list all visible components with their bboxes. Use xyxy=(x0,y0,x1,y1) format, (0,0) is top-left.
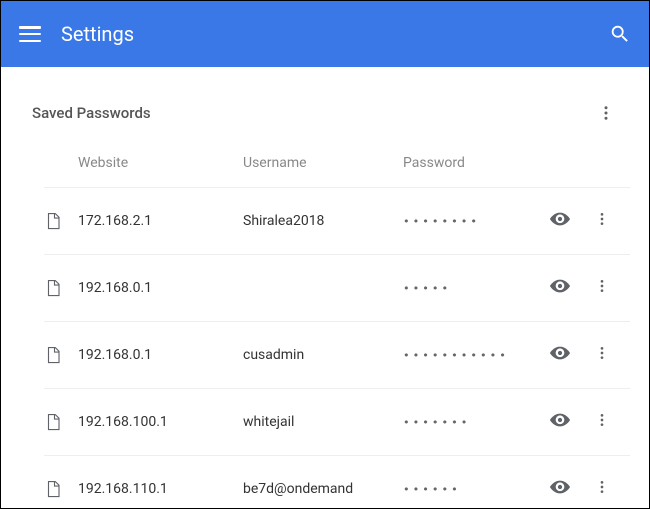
table-row[interactable]: 192.168.0.1 ••••• xyxy=(44,254,630,321)
cell-website: 192.168.100.1 xyxy=(78,414,243,430)
cell-username: cusadmin xyxy=(243,347,403,363)
file-icon xyxy=(44,279,78,297)
col-header-password: Password xyxy=(403,155,536,171)
more-vert-icon xyxy=(594,278,610,298)
page-title: Settings xyxy=(61,22,609,46)
file-icon xyxy=(44,480,78,498)
show-password-button[interactable] xyxy=(536,275,584,301)
passwords-card: Saved Passwords Website Username Passwor… xyxy=(8,67,642,507)
cell-website: 192.168.0.1 xyxy=(78,280,243,296)
cell-username: whitejail xyxy=(243,414,403,430)
show-password-button[interactable] xyxy=(536,476,584,502)
cell-password: ••••• xyxy=(403,282,536,295)
more-vert-icon xyxy=(594,479,610,499)
eye-icon xyxy=(549,275,571,301)
menu-icon[interactable] xyxy=(19,23,41,45)
eye-icon xyxy=(549,409,571,435)
cell-username: be7d@ondemand xyxy=(243,481,403,497)
eye-icon xyxy=(549,342,571,368)
table-header: Website Username Password xyxy=(44,133,630,187)
cell-website: 192.168.110.1 xyxy=(78,481,243,497)
show-password-button[interactable] xyxy=(536,342,584,368)
table-row[interactable]: 192.168.110.1be7d@ondemand•••••• xyxy=(44,455,630,507)
row-more-button[interactable] xyxy=(584,343,620,367)
eye-icon xyxy=(549,476,571,502)
content-scroll[interactable]: Saved Passwords Website Username Passwor… xyxy=(2,67,648,507)
col-header-website: Website xyxy=(78,155,243,171)
search-button[interactable] xyxy=(609,23,631,45)
more-vert-icon xyxy=(594,211,610,231)
file-icon xyxy=(44,413,78,431)
show-password-button[interactable] xyxy=(536,208,584,234)
cell-website: 172.168.2.1 xyxy=(78,213,243,229)
more-vert-icon xyxy=(594,412,610,432)
table-row[interactable]: 172.168.2.1Shiralea2018•••••••• xyxy=(44,187,630,254)
cell-password: ••••••• xyxy=(403,416,536,429)
file-icon xyxy=(44,346,78,364)
more-vert-icon xyxy=(597,104,615,122)
table-row[interactable]: 192.168.100.1whitejail••••••• xyxy=(44,388,630,455)
cell-password: ••••••••••• xyxy=(403,349,536,362)
more-vert-icon xyxy=(594,345,610,365)
section-title: Saved Passwords xyxy=(32,104,594,122)
search-icon xyxy=(609,23,631,45)
col-header-username: Username xyxy=(243,155,403,171)
cell-website: 192.168.0.1 xyxy=(78,347,243,363)
passwords-table: Website Username Password 172.168.2.1Shi… xyxy=(8,133,642,507)
cell-username: Shiralea2018 xyxy=(243,213,403,229)
section-header: Saved Passwords xyxy=(8,67,642,133)
cell-password: •••••••• xyxy=(403,215,536,228)
row-more-button[interactable] xyxy=(584,477,620,501)
file-icon xyxy=(44,212,78,230)
show-password-button[interactable] xyxy=(536,409,584,435)
top-app-bar: Settings xyxy=(1,1,649,67)
cell-password: •••••• xyxy=(403,483,536,496)
section-more-button[interactable] xyxy=(594,101,618,125)
eye-icon xyxy=(549,208,571,234)
row-more-button[interactable] xyxy=(584,276,620,300)
table-row[interactable]: 192.168.0.1cusadmin••••••••••• xyxy=(44,321,630,388)
row-more-button[interactable] xyxy=(584,209,620,233)
row-more-button[interactable] xyxy=(584,410,620,434)
